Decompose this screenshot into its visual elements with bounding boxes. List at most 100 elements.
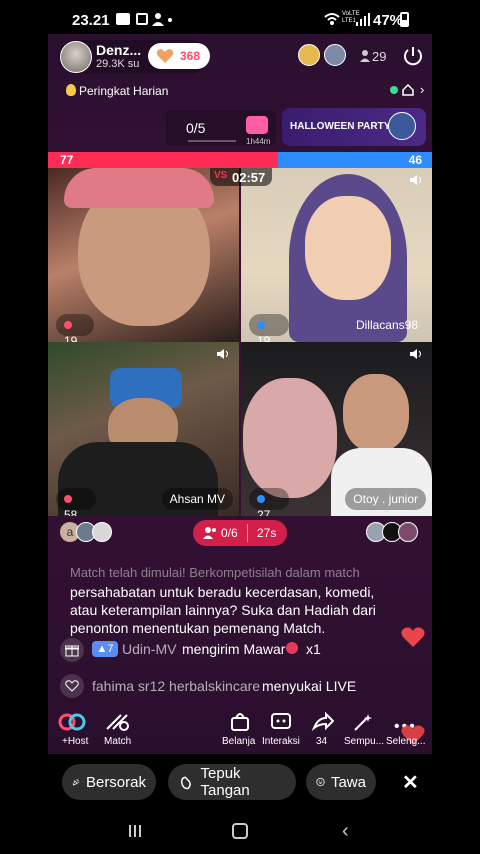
viewer-icon — [360, 50, 370, 62]
gift-sender[interactable]: Udin-MV — [122, 641, 176, 658]
event-label: HALLOWEEN PARTY — [290, 121, 391, 132]
power-icon[interactable] — [402, 45, 424, 67]
system-message-line-1: persahabatan untuk beradu kecerdasan, ko… — [70, 584, 375, 600]
user-level-badge: ▲7 — [92, 641, 118, 657]
shop-label[interactable]: Belanja — [222, 736, 255, 747]
mission-timer: 1h44m — [246, 137, 271, 146]
tile-name-3: Ahsan MV — [161, 488, 233, 510]
cheer-label: Bersorak — [85, 773, 146, 791]
clap-icon — [180, 776, 191, 790]
clap-label: Tepuk Tangan — [200, 765, 250, 799]
speaker-icon[interactable] — [409, 174, 423, 186]
speaker-icon[interactable] — [409, 348, 423, 360]
user-icon — [152, 12, 164, 26]
video-tile-2[interactable]: 19 Dillacans98 — [241, 168, 432, 342]
more-label[interactable]: Seleng... — [386, 736, 425, 747]
share-icon[interactable] — [311, 711, 335, 732]
ranking-flame-icon — [66, 84, 76, 96]
heart-outline-icon — [65, 680, 79, 692]
screen-record-icon — [136, 13, 148, 25]
system-message-line-2: atau keterampilan lainnya? Suka dan Hadi… — [70, 602, 376, 618]
cheer-icon — [72, 778, 80, 786]
like-message-avatar[interactable] — [60, 674, 84, 698]
mission-progress-track — [188, 140, 236, 142]
interaction-icon[interactable] — [270, 712, 292, 732]
video-tile-4[interactable]: 27 Otoy . junior — [241, 342, 432, 516]
viewer-count[interactable]: 29 — [372, 49, 386, 64]
battery-icon — [400, 12, 409, 27]
gift-icon — [65, 645, 79, 657]
mission-progress: 0/5 — [186, 120, 206, 136]
effects-wand-icon[interactable] — [352, 712, 374, 732]
speaker-icon[interactable] — [216, 348, 230, 360]
status-time: 23.21 — [72, 12, 110, 29]
battle-score-bar: 77 46 — [48, 152, 432, 168]
home-icon[interactable] — [402, 84, 414, 96]
tile-badge-3: 58 — [56, 488, 96, 516]
shop-icon[interactable] — [230, 712, 250, 732]
pink-cap — [64, 168, 214, 208]
host-avatar[interactable] — [60, 41, 92, 73]
match-left-avatar-3[interactable] — [92, 522, 112, 542]
laugh-label: Tawa — [330, 773, 366, 791]
online-dot-icon — [390, 86, 398, 94]
event-avatar — [388, 112, 416, 140]
countdown-value: 02:57 — [232, 170, 266, 185]
laugh-button[interactable]: Tawa — [306, 764, 376, 800]
guest-count: 0/6 — [221, 526, 238, 540]
battery-percent: 47% — [373, 12, 404, 29]
ranking-label[interactable]: Peringkat Harian — [79, 84, 168, 98]
like-count: 368 — [180, 49, 201, 63]
clap-button[interactable]: Tepuk Tangan — [168, 764, 296, 800]
gift-action: mengirim Mawar — [182, 641, 286, 657]
effects-label[interactable]: Sempu... — [344, 736, 384, 747]
match-right-avatar-3[interactable] — [398, 522, 418, 542]
host-invite-icon[interactable] — [58, 712, 86, 732]
tile-name-4: Otoy . junior — [345, 488, 426, 510]
like-counter-button[interactable]: 368 — [148, 43, 210, 69]
home-button-icon[interactable] — [232, 823, 248, 839]
share-count[interactable]: 34 — [316, 736, 327, 747]
back-icon[interactable]: ‹ — [342, 820, 349, 843]
guest-count-pill[interactable]: 0/6 27s — [193, 520, 287, 546]
heart-icon — [156, 49, 174, 63]
wifi-icon — [324, 12, 340, 26]
top-gifter-avatar-1[interactable] — [298, 44, 320, 66]
gift-message-avatar[interactable] — [60, 638, 84, 662]
match-time: 27s — [257, 526, 277, 540]
interaction-label[interactable]: Interaksi — [262, 736, 300, 747]
system-message-line-3: penonton menentukan pemenang Match. — [70, 620, 326, 636]
battle-left-fill — [48, 152, 279, 168]
close-icon[interactable]: ✕ — [402, 770, 419, 795]
battle-right-score: 46 — [408, 153, 422, 167]
gift-box-icon — [246, 116, 268, 134]
video-tile-1[interactable]: 19 — [48, 168, 239, 342]
battle-countdown: VS 02:57 — [210, 168, 272, 186]
floating-heart-icon — [401, 627, 425, 647]
video-tile-3[interactable]: 58 Ahsan MV — [48, 342, 239, 516]
notification-dot-icon — [168, 18, 172, 22]
gift-count: x1 — [306, 641, 321, 657]
like-action: menyukai LIVE — [262, 678, 357, 694]
youtube-icon — [116, 13, 130, 25]
host-followers: 29.3K su — [96, 58, 140, 70]
like-user[interactable]: fahima sr12 herbalskincare — [92, 678, 260, 695]
pill-divider — [247, 524, 248, 542]
match-icon[interactable] — [104, 712, 130, 732]
event-banner[interactable]: HALLOWEEN PARTY — [282, 108, 426, 146]
host-invite-label[interactable]: +Host — [62, 736, 88, 747]
tile-badge-1: 19 — [56, 314, 94, 342]
system-message-partial: Match telah dimulai! Berkompetisilah dal… — [70, 565, 360, 580]
vs-icon: VS — [214, 170, 228, 181]
chevron-right-icon[interactable]: › — [420, 82, 424, 97]
cheer-button[interactable]: Bersorak — [62, 764, 156, 800]
live-stage: Denz... 29.3K su 368 29 Peringkat Harian… — [48, 34, 432, 754]
top-gifter-avatar-2[interactable] — [324, 44, 346, 66]
network-label: VoLTE LTE1 — [342, 11, 360, 24]
signal-icon — [356, 12, 370, 26]
match-label[interactable]: Match — [104, 736, 131, 747]
guests-icon — [203, 527, 216, 539]
laugh-icon — [316, 777, 325, 787]
tile-name-2: Dillacans98 — [355, 318, 418, 332]
recent-apps-icon[interactable] — [128, 824, 142, 838]
